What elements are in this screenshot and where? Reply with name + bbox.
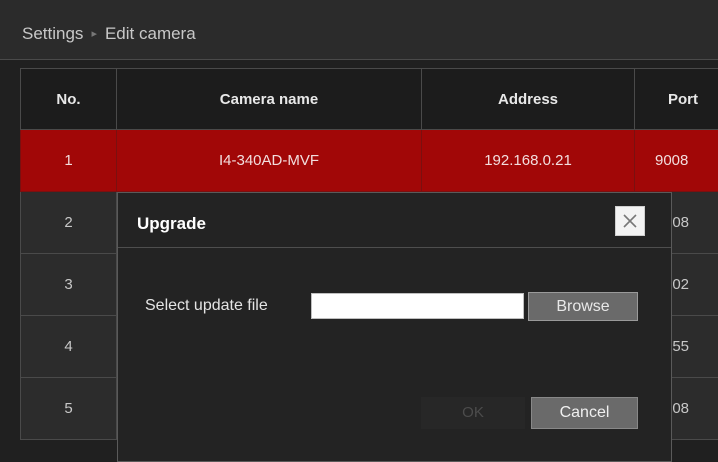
column-header-address: Address	[422, 69, 635, 130]
cell-port: 9008	[635, 130, 718, 192]
dialog-title: Upgrade	[137, 214, 206, 234]
cell-no: 3	[21, 254, 117, 316]
topbar: Settings ▸ Edit camera	[0, 0, 718, 60]
breadcrumb: Settings ▸ Edit camera	[22, 24, 196, 44]
update-file-input[interactable]	[311, 293, 524, 319]
ok-button[interactable]: OK	[421, 397, 525, 429]
cell-no: 5	[21, 378, 117, 440]
dialog-header: Upgrade	[118, 193, 671, 248]
breadcrumb-separator-icon: ▸	[91, 28, 97, 40]
column-header-no: No.	[21, 69, 117, 130]
cell-camera-name: I4-340AD-MVF	[117, 130, 422, 192]
breadcrumb-settings[interactable]: Settings	[22, 24, 83, 43]
breadcrumb-current: Edit camera	[105, 24, 196, 43]
browse-button[interactable]: Browse	[528, 292, 638, 321]
column-header-port: Port	[635, 69, 718, 130]
table-row[interactable]: 1 I4-340AD-MVF 192.168.0.21 9008	[21, 130, 718, 192]
cell-no: 2	[21, 192, 117, 254]
close-icon	[623, 214, 637, 228]
cancel-button[interactable]: Cancel	[531, 397, 638, 429]
select-file-label: Select update file	[145, 297, 268, 315]
cell-no: 4	[21, 316, 117, 378]
upgrade-dialog: Upgrade Select update file Browse OK Can…	[117, 192, 672, 462]
table-header-row: No. Camera name Address Port	[21, 69, 718, 130]
cell-no: 1	[21, 130, 117, 192]
cell-address: 192.168.0.21	[422, 130, 635, 192]
column-header-camera-name: Camera name	[117, 69, 422, 130]
close-button[interactable]	[615, 206, 645, 236]
